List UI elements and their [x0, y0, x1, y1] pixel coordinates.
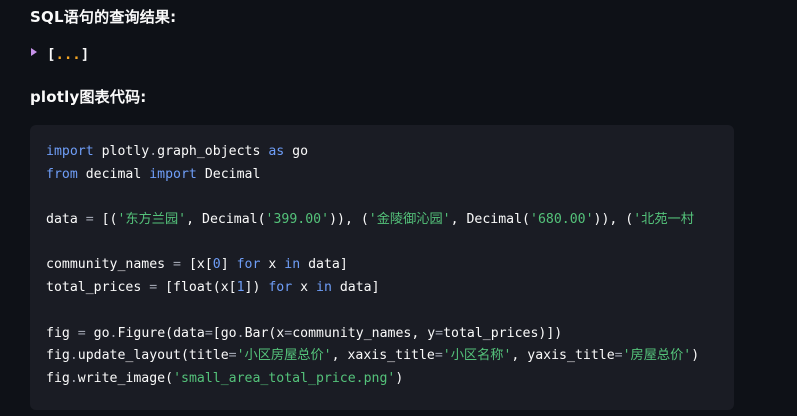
code-token: ): [395, 370, 404, 386]
code-token: , Decimal(: [450, 212, 530, 228]
code-token: =: [434, 348, 443, 364]
code-line: community_names = [x[0] for x in data]: [46, 254, 699, 277]
code-line: total_prices = [float(x[1]) for x in dat…: [46, 277, 699, 300]
code-token: x: [292, 280, 317, 296]
code-token: community_names, y: [292, 325, 436, 341]
code-token: '399.00': [265, 212, 330, 228]
code-token: '小区名称': [442, 348, 512, 364]
code-token: =: [204, 325, 213, 341]
code-token: =: [149, 280, 158, 296]
code-token: total_prices: [46, 280, 150, 296]
code-line: fig.update_layout(title='小区房屋总价', xaxis_…: [46, 345, 699, 368]
code-token: go: [284, 144, 309, 159]
json-open-bracket: [: [47, 47, 56, 63]
code-token: )), (: [329, 212, 369, 228]
json-close-bracket: ]: [80, 47, 90, 63]
code-token: , yaxis_title: [511, 348, 615, 364]
code-token: fig: [46, 370, 70, 386]
code-token: [x[: [181, 257, 213, 273]
code-token: fig: [46, 348, 70, 364]
code-token: fig: [46, 325, 78, 341]
code-token: data]: [331, 280, 380, 296]
code-token: )), (: [593, 212, 634, 228]
json-expand-toggle[interactable]: [ ... ]: [31, 45, 89, 65]
code-token: ]: [220, 257, 237, 273]
code-token: .: [149, 144, 158, 159]
code-token: 0: [212, 257, 221, 273]
code-token: '680.00': [530, 212, 594, 228]
code-token: .: [109, 325, 118, 341]
sql-result-heading: SQL语句的查询结果:: [30, 8, 177, 26]
code-token: total_prices)]): [443, 325, 563, 341]
code-token: from: [46, 166, 78, 182]
code-token: ): [691, 348, 700, 364]
code-token: =: [173, 257, 181, 273]
code-token: decimal: [77, 166, 150, 182]
code-token: go: [85, 325, 110, 341]
code-token: update_layout(title: [77, 348, 229, 364]
code-token: , Decimal(: [186, 212, 266, 228]
code-token: =: [77, 325, 86, 341]
code-token: Bar(x: [244, 325, 285, 341]
code-token: [(: [93, 212, 118, 228]
code-token: as: [268, 144, 285, 159]
code-token: import: [46, 144, 94, 159]
code-token: community_names: [46, 257, 174, 273]
code-line: fig = go.Figure(data=[go.Bar(x=community…: [46, 323, 699, 346]
code-token: 'small_area_total_price.png': [173, 370, 396, 386]
code-token: import: [149, 166, 197, 182]
code-token: , xaxis_title: [331, 348, 435, 364]
code-token: for: [236, 257, 261, 273]
code-token: [float(x[: [157, 280, 237, 296]
code-line: import plotly.graph_objects as go: [46, 141, 699, 164]
code-token: '小区房屋总价': [236, 348, 332, 364]
code-line: data = [('东方兰园', Decimal('399.00')), ('金…: [46, 209, 699, 232]
json-collapsed-ellipsis[interactable]: ...: [55, 47, 80, 63]
code-token: ]): [244, 280, 269, 296]
code-token: graph_objects: [157, 144, 269, 159]
code-token: =: [85, 212, 94, 228]
code-token: .: [69, 370, 78, 386]
code-token: =: [435, 325, 444, 341]
expand-caret-icon[interactable]: [31, 48, 37, 56]
code-token: 1: [236, 280, 245, 296]
code-line: fig.write_image('small_area_total_price.…: [46, 368, 699, 391]
code-token: x: [260, 257, 285, 273]
code-token: Decimal: [196, 166, 261, 182]
code-token: data: [46, 212, 86, 228]
code-content: import plotly.graph_objects as go from de…: [46, 141, 699, 391]
code-token: write_image(: [77, 370, 174, 386]
code-token: data]: [300, 257, 348, 273]
code-token: .: [69, 348, 78, 364]
code-token: plotly: [93, 144, 150, 159]
code-token: '金陵御沁园': [368, 212, 451, 228]
code-token: Figure(data: [117, 325, 205, 341]
code-token: .: [236, 325, 245, 341]
code-line: from decimal import Decimal: [46, 164, 699, 187]
code-token: in: [284, 257, 301, 273]
code-block[interactable]: import plotly.graph_objects as go from de…: [30, 125, 734, 410]
code-token: in: [316, 280, 332, 296]
plotly-code-heading: plotly图表代码:: [30, 88, 147, 106]
code-token: [go: [212, 325, 237, 341]
code-token: =: [614, 348, 623, 364]
code-token: for: [268, 280, 293, 296]
page: SQL语句的查询结果: [ ... ] plotly图表代码: import p…: [0, 0, 797, 416]
code-token: '东方兰园': [117, 212, 187, 228]
code-token: =: [228, 348, 237, 364]
code-token: '北苑一村: [633, 212, 694, 228]
code-token: '房屋总价': [622, 348, 692, 364]
